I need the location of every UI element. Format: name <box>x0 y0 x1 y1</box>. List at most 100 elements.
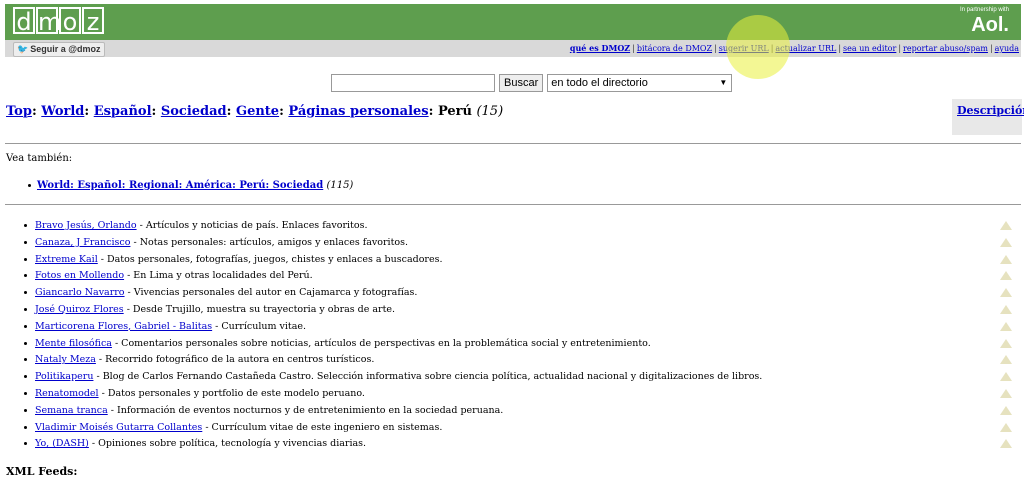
list-item: Semana tranca - Información de eventos n… <box>20 404 1020 421</box>
nav-become-editor-link[interactable]: sea un editor <box>843 44 896 53</box>
dropdown-arrow-icon: ▼ <box>719 78 728 87</box>
site-link[interactable]: Giancarlo Navarro <box>35 287 125 298</box>
search-scope-select[interactable]: en todo el directorio ▼ <box>547 74 733 92</box>
site-link[interactable]: José Quiroz Flores <box>35 304 124 315</box>
rate-triangle-icon[interactable] <box>1000 254 1012 264</box>
rate-triangle-icon[interactable] <box>1000 304 1012 314</box>
logo-letter: d <box>13 7 35 35</box>
list-item: Fotos en Mollendo - En Lima y otras loca… <box>20 269 1020 286</box>
list-item: Yo, (DASH) - Opiniones sobre política, t… <box>20 437 1020 454</box>
search-form: Buscar en todo el directorio ▼ <box>331 74 733 92</box>
list-item: Mente filosófica - Comentarios personale… <box>20 337 1020 354</box>
site-description: - Recorrido fotográfico de la autora en … <box>95 354 375 366</box>
list-item: Marticorena Flores, Gabriel - Balitas - … <box>20 320 1020 337</box>
partner-caption: In partnership with <box>959 7 1009 13</box>
site-link[interactable]: Yo, (DASH) <box>35 438 89 449</box>
rate-triangle-icon[interactable] <box>1000 237 1012 247</box>
divider <box>5 204 1021 205</box>
rate-triangle-icon[interactable] <box>1000 271 1012 281</box>
list-item: Nataly Meza - Recorrido fotográfico de l… <box>20 353 1020 370</box>
site-description: - Blog de Carlos Fernando Castañeda Cast… <box>93 371 763 383</box>
site-link[interactable]: Vladimir Moisés Gutarra Collantes <box>35 422 202 433</box>
site-description: - Datos personales y portfolio de este m… <box>98 387 365 399</box>
logo-letter: z <box>82 7 104 35</box>
nav-blog-link[interactable]: bitácora de DMOZ <box>637 44 712 53</box>
breadcrumb-world[interactable]: World <box>41 104 84 119</box>
site-description: - Currículum vitae. <box>212 320 307 332</box>
breadcrumb-gente[interactable]: Gente <box>236 104 279 119</box>
site-description: - Notas personales: artículos, amigos y … <box>130 236 409 248</box>
list-item: Renatomodel - Datos personales y portfol… <box>20 387 1020 404</box>
list-item: Bravo Jesús, Orlando - Artículos y notic… <box>20 219 1020 236</box>
site-description: - Desde Trujillo, muestra su trayectoria… <box>123 303 396 315</box>
list-item: José Quiroz Flores - Desde Trujillo, mue… <box>20 303 1020 320</box>
rate-triangle-icon[interactable] <box>1000 288 1012 298</box>
twitter-bird-icon: 🐦 <box>17 44 29 54</box>
see-also-item: World: Español: Regional: América: Perú:… <box>28 180 353 191</box>
nav-about-link[interactable]: qué es DMOZ <box>570 43 630 53</box>
description-box: Descripción <box>952 99 1024 135</box>
list-item: Vladimir Moisés Gutarra Collantes - Curr… <box>20 421 1020 438</box>
site-description: - Vivencias personales del autor en Caja… <box>124 287 418 299</box>
site-link[interactable]: Semana tranca <box>35 405 108 416</box>
rate-triangle-icon[interactable] <box>1000 439 1012 449</box>
site-link[interactable]: Nataly Meza <box>35 354 96 365</box>
dmoz-logo[interactable]: d m o z <box>13 7 104 36</box>
nav-report-abuse-link[interactable]: reportar abuso/spam <box>903 44 988 53</box>
breadcrumb-paginas-personales[interactable]: Páginas personales <box>288 104 428 119</box>
bullet <box>28 184 31 187</box>
see-also-link[interactable]: World: Español: Regional: América: Perú:… <box>37 180 323 191</box>
site-header: d m o z In partnership with Aol. <box>5 4 1021 40</box>
rate-triangle-icon[interactable] <box>1000 321 1012 331</box>
site-description: - Opiniones sobre política, tecnología y… <box>88 438 367 450</box>
list-item: Canaza, J Francisco - Notas personales: … <box>20 236 1020 253</box>
site-link[interactable]: Canaza, J Francisco <box>35 237 130 248</box>
breadcrumb-current: Perú <box>437 104 472 119</box>
rate-triangle-icon[interactable] <box>1000 422 1012 432</box>
site-link[interactable]: Bravo Jesús, Orlando <box>35 220 137 231</box>
site-description: - Currículum vitae de este ingeniero en … <box>202 421 443 433</box>
logo-letter: o <box>59 7 81 35</box>
search-input[interactable] <box>331 74 495 92</box>
top-nav: qué es DMOZ | bitácora de DMOZ | sugerir URL… <box>569 43 1019 53</box>
nav-bar: 🐦 Seguir a @dmoz qué es DMOZ | bitácora de … <box>5 40 1021 57</box>
description-link[interactable]: Descripción <box>957 104 1024 117</box>
logo-letter: m <box>36 7 62 36</box>
site-link[interactable]: Renatomodel <box>35 388 99 399</box>
site-link[interactable]: Marticorena Flores, Gabriel - Balitas <box>35 321 212 332</box>
nav-help-link[interactable]: ayuda <box>995 44 1019 53</box>
breadcrumb: Top: World: Español: Sociedad: Gente: Pá… <box>6 104 504 119</box>
site-description: - Datos personales, fotografías, juegos,… <box>97 253 443 265</box>
list-item: Giancarlo Navarro - Vivencias personales… <box>20 286 1020 303</box>
see-also-count: (115) <box>326 180 354 191</box>
site-link[interactable]: Extreme Kail <box>35 254 98 265</box>
twitter-follow-button[interactable]: 🐦 Seguir a @dmoz <box>13 42 105 57</box>
search-button[interactable]: Buscar <box>499 74 544 92</box>
rate-triangle-icon[interactable] <box>1000 221 1012 230</box>
see-also-label: Vea también: <box>6 153 73 164</box>
follow-label: Seguir a @dmoz <box>30 44 101 54</box>
site-link[interactable]: Fotos en Mollendo <box>35 270 124 281</box>
breadcrumb-sociedad[interactable]: Sociedad <box>161 104 227 119</box>
breadcrumb-espanol[interactable]: Español <box>94 104 152 119</box>
list-item: Extreme Kail - Datos personales, fotogra… <box>20 253 1020 270</box>
rate-triangle-icon[interactable] <box>1000 388 1012 398</box>
rate-triangle-icon[interactable] <box>1000 338 1012 348</box>
site-description: - Artículos y noticias de país. Enlaces … <box>136 220 368 231</box>
aol-partner-logo[interactable]: In partnership with Aol. <box>960 7 1009 36</box>
partner-name: Aol. <box>971 14 1009 36</box>
nav-update-url-link[interactable]: actualizar URL <box>775 44 836 53</box>
xml-feeds-heading: XML Feeds: <box>6 465 78 478</box>
nav-suggest-url-link[interactable]: sugerir URL <box>719 44 769 53</box>
site-link[interactable]: Mente filosófica <box>35 338 112 349</box>
site-description: - En Lima y otras localidades del Perú. <box>124 270 313 282</box>
rate-triangle-icon[interactable] <box>1000 355 1012 365</box>
site-link[interactable]: Politikaperu <box>35 371 93 382</box>
site-description: - Información de eventos nocturnos y de … <box>107 404 504 416</box>
rate-triangle-icon[interactable] <box>1000 405 1012 415</box>
site-list: Bravo Jesús, Orlando - Artículos y notic… <box>20 219 1020 454</box>
rate-triangle-icon[interactable] <box>1000 372 1012 382</box>
site-description: - Comentarios personales sobre noticias,… <box>111 337 651 349</box>
search-scope-value: en todo el directorio <box>551 77 648 89</box>
breadcrumb-top[interactable]: Top <box>6 104 32 119</box>
